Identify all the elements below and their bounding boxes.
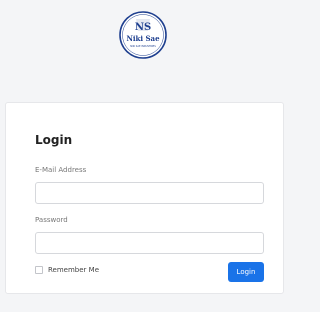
checkbox-icon[interactable] (35, 266, 43, 274)
niki-sae-logo-icon: NS Niki Sae NIKI SAE INDUSTRIES (119, 11, 167, 59)
remember-me-control[interactable]: Remember Me (35, 266, 99, 274)
remember-me-label: Remember Me (48, 265, 99, 274)
password-label: Password (35, 216, 68, 224)
logo-name: Niki Sae (126, 34, 160, 43)
email-input[interactable] (35, 182, 264, 204)
password-input[interactable] (35, 232, 264, 254)
login-card: Login E-Mail Address Password Remember M… (5, 102, 284, 294)
login-title: Login (35, 133, 73, 147)
logo-tagline: NIKI SAE INDUSTRIES (130, 45, 156, 48)
login-button[interactable]: Login (228, 262, 264, 282)
brand-logo: NS Niki Sae NIKI SAE INDUSTRIES (118, 10, 168, 60)
email-label: E-Mail Address (35, 166, 87, 174)
logo-monogram: NS (135, 22, 151, 33)
